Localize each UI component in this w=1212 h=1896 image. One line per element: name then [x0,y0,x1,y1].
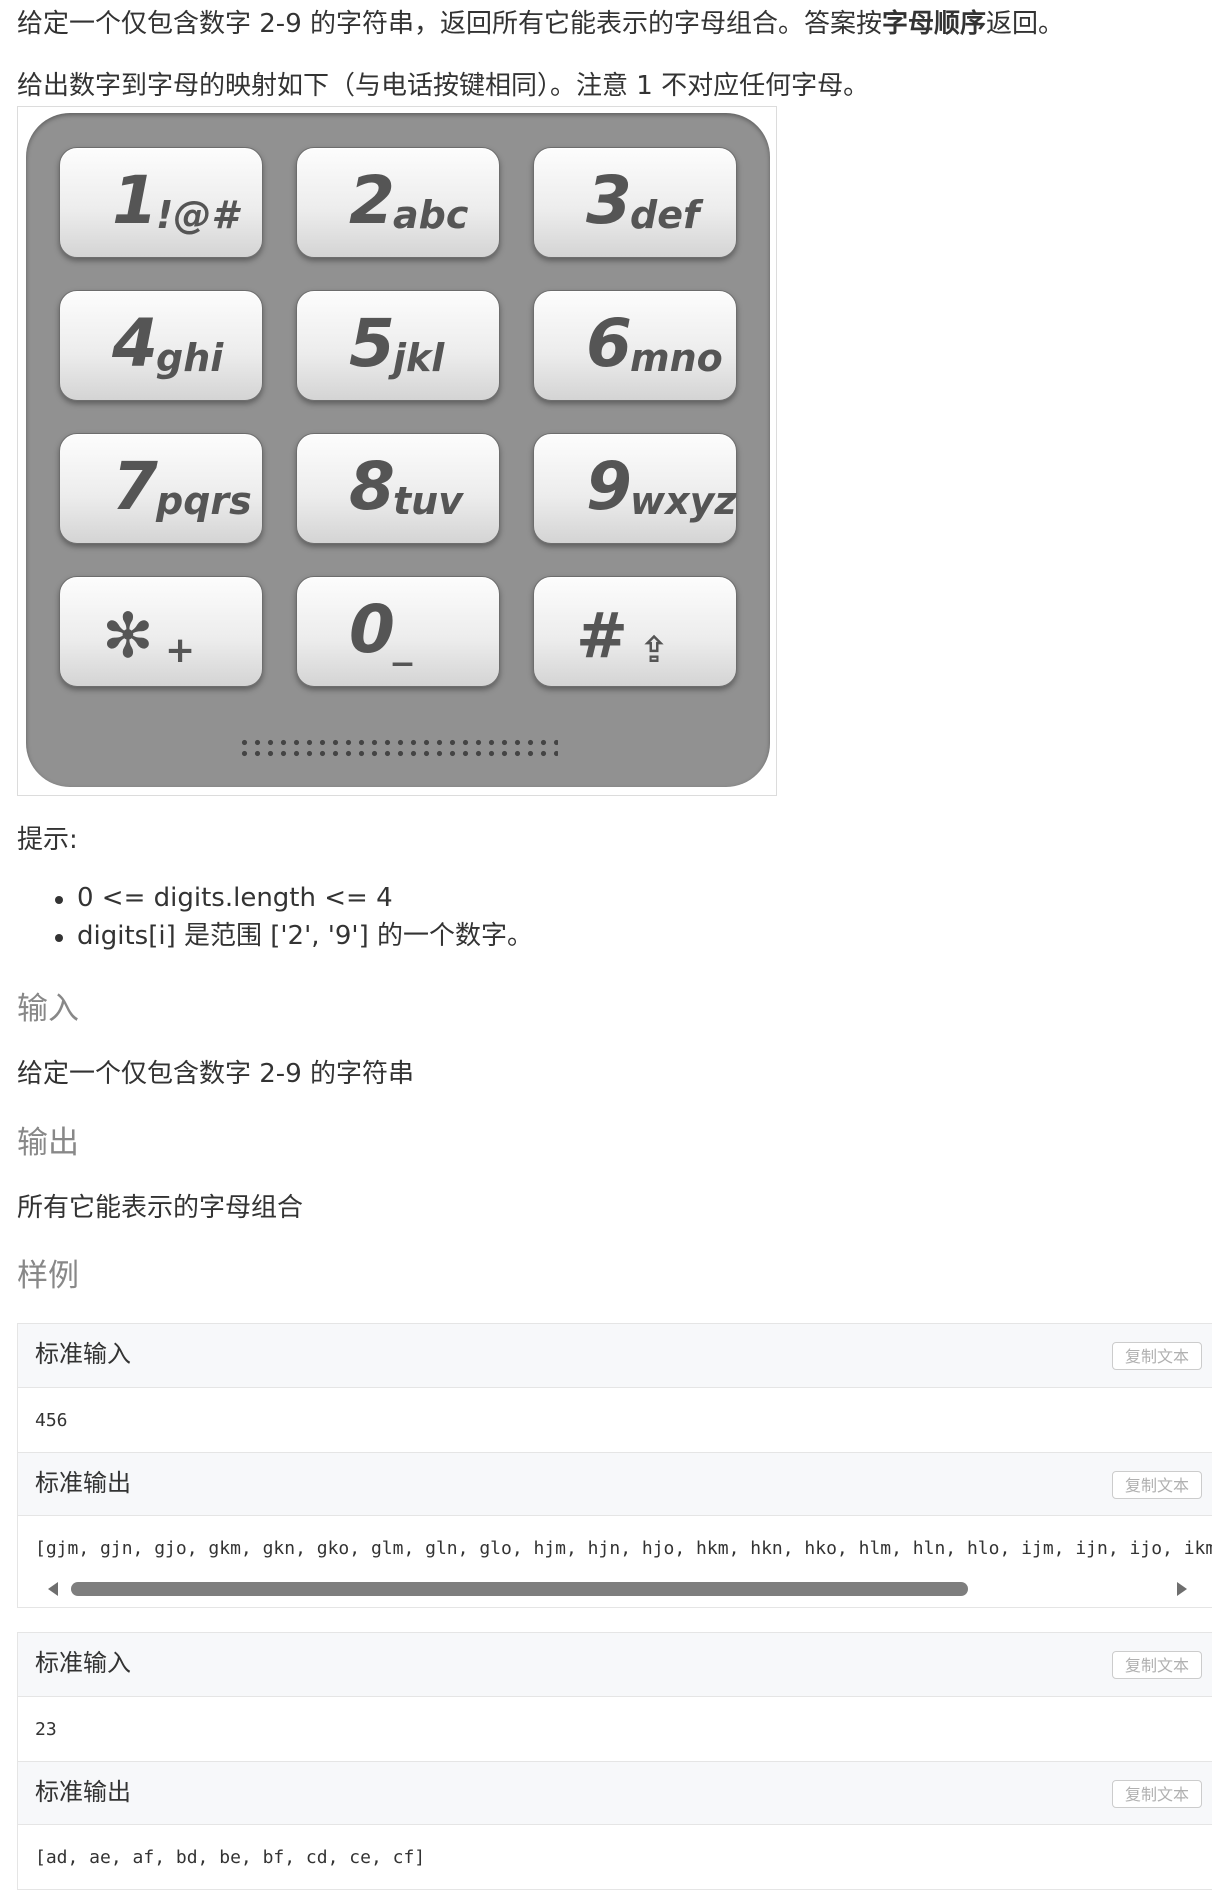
key-star: ✻ + [59,576,263,687]
key-letters: tuv [393,479,463,523]
key-digit: 3 [586,162,632,239]
input-description: 给定一个仅包含数字 2-9 的字符串 [17,1059,414,1089]
example-input-header: 标准输入 复制文本 [18,1633,1212,1697]
key-4: 4 ghi [59,290,263,401]
example-output-value: [gjm, gjn, gjo, gkm, gkn, gko, glm, gln,… [35,1538,1212,1559]
hash-sign: # [576,599,628,672]
example-output-body: [gjm, gjn, gjo, gkm, gkn, gko, glm, gln,… [18,1516,1212,1606]
phone-keypad: 1 !@# 2 abc 3 def 4 ghi 5 jkl 6 mno 7 pq… [26,113,770,787]
key-letters: abc [393,193,469,237]
asterisk-icon: ✻ [102,599,154,672]
example-input-header: 标准输入 复制文本 [18,1324,1212,1388]
example-output-label: 标准输出 [35,1778,131,1806]
example-output-label: 标准输出 [35,1469,131,1497]
key-letters: jkl [393,336,445,380]
example-output-header: 标准输出 复制文本 [18,1761,1212,1825]
input-heading: 输入 [17,991,79,1027]
key-0: 0 _ [296,576,500,687]
key-7: 7 pqrs [59,433,263,544]
example-2: 标准输入 复制文本 23 标准输出 复制文本 [ad, ae, af, bd, … [17,1632,1212,1890]
speaker-grille-icon [238,737,558,759]
examples-heading: 样例 [17,1258,79,1294]
key-2: 2 abc [296,147,500,258]
horizontal-scrollbar[interactable] [18,1578,1212,1600]
key-digit: 4 [112,305,158,382]
key-8: 8 tuv [296,433,500,544]
mapping-note: 给出数字到字母的映射如下（与电话按键相同）。注意 1 不对应任何字母。 [17,71,870,101]
key-digit: 7 [112,448,158,525]
hints-title: 提示: [17,825,78,855]
scroll-right-arrow-icon[interactable] [1177,1582,1187,1596]
example-input-body: 456 [18,1388,1212,1452]
key-digit: 5 [349,305,395,382]
output-description: 所有它能表示的字母组合 [17,1193,304,1223]
copy-text-button[interactable]: 复制文本 [1112,1780,1202,1808]
key-letters: pqrs [156,479,252,523]
key-1: 1 !@# [59,147,263,258]
hint-item: digits[i] 是范围 ['2', '9'] 的一个数字。 [17,918,533,956]
hints-list: 0 <= digits.length <= 4 digits[i] 是范围 ['… [17,880,533,956]
example-input-value: 456 [35,1410,68,1431]
example-input-body: 23 [18,1697,1212,1761]
copy-text-button[interactable]: 复制文本 [1112,1471,1202,1499]
plus-sign: + [165,630,196,671]
example-input-label: 标准输入 [35,1649,131,1677]
example-output-value: [ad, ae, af, bd, be, bf, cd, ce, cf] [35,1847,426,1868]
example-input-value: 23 [35,1719,57,1740]
key-digit: 1 [112,162,158,239]
scroll-left-arrow-icon[interactable] [48,1582,58,1596]
key-digit: 9 [586,448,632,525]
key-digit: 2 [349,162,395,239]
key-letters: !@# [156,193,238,237]
key-9: 9 wxyz [533,433,737,544]
key-letters: def [630,193,700,237]
scrollbar-thumb[interactable] [71,1582,968,1596]
example-output-body: [ad, ae, af, bd, be, bf, cd, ce, cf] [18,1825,1212,1889]
problem-description: 给定一个仅包含数字 2-9 的字符串，返回所有它能表示的字母组合。答案按字母顺序… [17,9,1065,39]
copy-text-button[interactable]: 复制文本 [1112,1342,1202,1370]
problem-page: 给定一个仅包含数字 2-9 的字符串，返回所有它能表示的字母组合。答案按字母顺序… [0,0,1212,1896]
key-hash: # ⇪ [533,576,737,687]
hint-item: 0 <= digits.length <= 4 [17,880,533,918]
keypad-keys: 1 !@# 2 abc 3 def 4 ghi 5 jkl 6 mno 7 pq… [59,147,739,707]
output-heading: 输出 [17,1125,79,1161]
underscore-sign: _ [393,622,412,666]
key-digit: 6 [586,305,632,382]
bold-alphabetical-order: 字母顺序 [882,9,987,39]
example-1: 标准输入 复制文本 456 标准输出 复制文本 [gjm, gjn, gjo, … [17,1323,1212,1608]
key-3: 3 def [533,147,737,258]
key-letters: ghi [156,336,224,380]
key-letters: mno [630,336,723,380]
key-5: 5 jkl [296,290,500,401]
key-digit: 8 [349,448,395,525]
key-letters: wxyz [630,479,737,523]
key-6: 6 mno [533,290,737,401]
key-digit: 0 [349,591,395,668]
phone-keypad-image: 1 !@# 2 abc 3 def 4 ghi 5 jkl 6 mno 7 pq… [17,106,777,796]
copy-text-button[interactable]: 复制文本 [1112,1651,1202,1679]
example-input-label: 标准输入 [35,1340,131,1368]
shift-icon: ⇪ [639,630,670,671]
example-output-header: 标准输出 复制文本 [18,1452,1212,1516]
